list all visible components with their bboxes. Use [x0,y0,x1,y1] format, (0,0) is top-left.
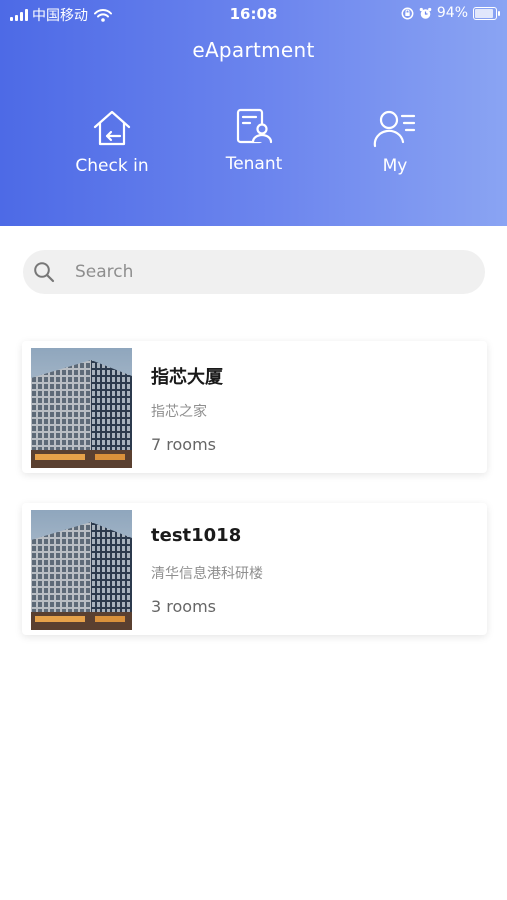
search-input[interactable] [73,261,437,283]
building-name: test1018 [151,525,242,546]
battery-percent: 94% [436,5,468,21]
app-header: 中国移动 16:08 94% eApartment Check in Tenan… [0,0,507,226]
nav-check-in[interactable]: Check in [57,108,167,176]
app-title: eApartment [192,38,315,62]
tenant-card-icon [236,108,273,144]
building-room-count: 3 rooms [151,597,216,616]
search-icon [34,262,55,283]
building-name: 指芯大厦 [151,367,223,388]
nav-my-label: My [382,156,408,176]
nav-tenant-label: Tenant [225,154,283,174]
building-room-count: 7 rooms [151,435,216,454]
building-card[interactable]: 指芯大厦 指芯之家 7 rooms [22,341,487,473]
building-subtitle: 清华信息港科研楼 [151,566,263,582]
building-photo [31,348,132,468]
battery-icon [473,6,500,20]
nav-tenant[interactable]: Tenant [199,106,309,174]
search-bar[interactable] [23,250,485,294]
building-card[interactable]: test1018 清华信息港科研楼 3 rooms [22,503,487,635]
user-profile-icon [373,110,416,148]
status-bar: 中国移动 16:08 94% [0,0,507,28]
orientation-lock-icon [401,7,414,19]
nav-my[interactable]: My [340,108,450,176]
nav-check-in-label: Check in [75,156,149,176]
building-subtitle: 指芯之家 [151,404,207,420]
check-in-house-icon [93,110,131,146]
building-photo [31,510,132,630]
alarm-icon [419,7,432,19]
